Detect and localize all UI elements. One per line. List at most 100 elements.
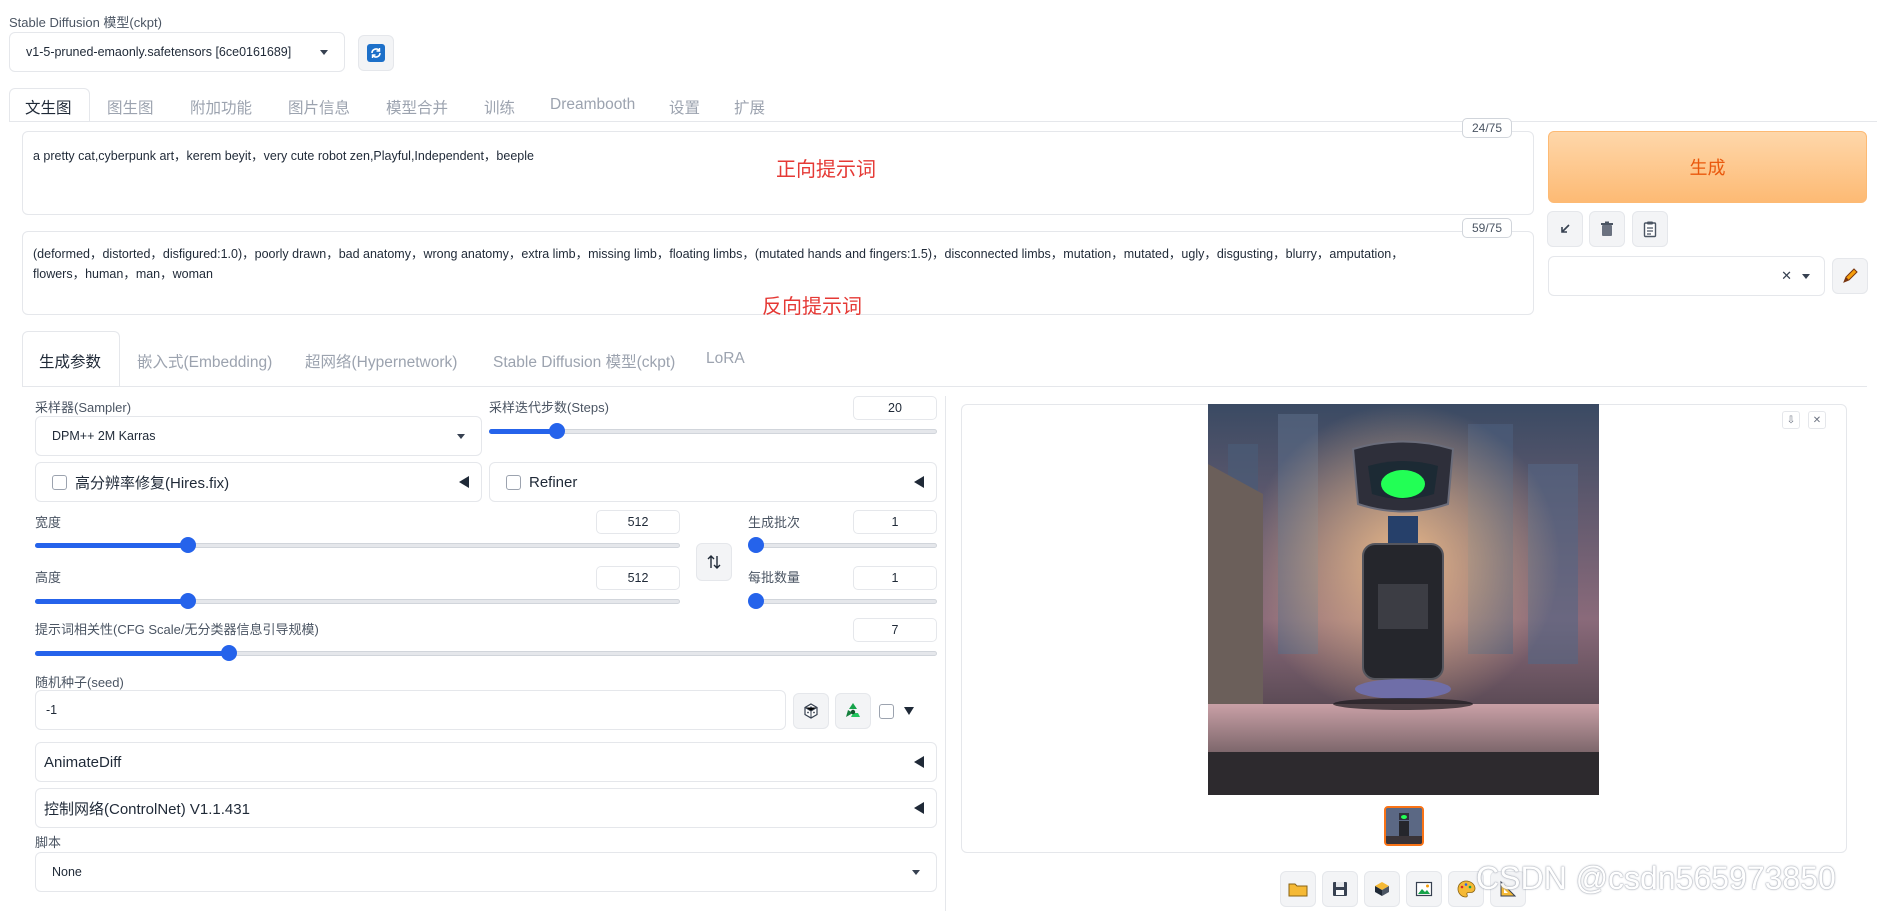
slider-thumb[interactable] <box>748 593 764 609</box>
steps-slider[interactable] <box>489 422 937 440</box>
extra-seed-toggle-icon[interactable] <box>904 707 914 715</box>
edit-styles-button[interactable] <box>1832 258 1868 294</box>
tab-embedding[interactable]: 嵌入式(Embedding) <box>137 350 272 372</box>
sampler-select[interactable]: DPM++ 2M Karras <box>35 416 482 456</box>
tab-train[interactable]: 训练 <box>484 96 515 118</box>
hires-fix-accordion[interactable]: 高分辨率修复(Hires.fix) <box>35 462 482 502</box>
palette-icon <box>1457 880 1476 898</box>
tab-checkpoints[interactable]: Stable Diffusion 模型(ckpt) <box>493 350 675 372</box>
close-icon[interactable]: ✕ <box>1808 411 1826 429</box>
tab-generation-params[interactable]: 生成参数 <box>39 350 101 372</box>
batch-size-slider[interactable] <box>748 592 937 610</box>
sampler-value: DPM++ 2M Karras <box>52 429 156 443</box>
model-select-value: v1-5-pruned-emaonly.safetensors [6ce0161… <box>26 45 292 59</box>
generated-image[interactable] <box>1208 404 1599 795</box>
tabs-divider <box>9 121 1877 122</box>
cfg-slider[interactable] <box>35 644 937 662</box>
clipboard-icon <box>1643 221 1657 238</box>
zip-button[interactable] <box>1364 871 1400 907</box>
tab-txt2img[interactable]: 文生图 <box>25 96 72 118</box>
refresh-model-button[interactable] <box>358 35 394 71</box>
animatediff-label: AnimateDiff <box>44 753 122 771</box>
read-params-button[interactable] <box>1547 211 1583 247</box>
seed-input[interactable]: -1 <box>35 690 786 730</box>
dice-icon <box>804 703 818 719</box>
thumbnail-image <box>1386 808 1422 844</box>
height-input[interactable]: 512 <box>596 566 680 590</box>
collapse-arrow-icon <box>914 756 924 768</box>
arrow-down-left-icon <box>1561 224 1570 233</box>
batch-count-label: 生成批次 <box>748 515 801 530</box>
width-input[interactable]: 512 <box>596 510 680 534</box>
tab-merge[interactable]: 模型合并 <box>386 96 448 118</box>
seed-label: 随机种子(seed) <box>35 675 124 690</box>
refiner-accordion[interactable]: Refiner <box>489 462 937 502</box>
styles-select[interactable]: ✕ <box>1548 256 1825 296</box>
batch-count-input[interactable]: 1 <box>853 510 937 534</box>
folder-icon <box>1288 883 1308 897</box>
model-select[interactable]: v1-5-pruned-emaonly.safetensors [6ce0161… <box>9 32 345 72</box>
refiner-checkbox[interactable] <box>506 474 521 490</box>
slider-thumb[interactable] <box>549 423 566 439</box>
cfg-input[interactable]: 7 <box>853 618 937 642</box>
tab-extensions[interactable]: 扩展 <box>734 96 765 118</box>
trash-icon <box>1601 221 1613 236</box>
controlnet-label: 控制网络(ControlNet) V1.1.431 <box>44 800 250 818</box>
reuse-seed-button[interactable] <box>835 693 871 729</box>
chevron-down-icon <box>1802 273 1810 279</box>
generate-button[interactable]: 生成 <box>1548 131 1867 203</box>
seed-value: -1 <box>46 703 58 717</box>
random-seed-button[interactable] <box>793 693 829 729</box>
slider-fill <box>489 429 552 434</box>
swap-dimensions-button[interactable] <box>696 543 732 581</box>
collapse-arrow-icon <box>914 476 924 488</box>
slider-thumb[interactable] <box>179 537 196 553</box>
slider-fill <box>35 651 225 656</box>
tab-png-info[interactable]: 图片信息 <box>288 96 350 118</box>
slider-thumb[interactable] <box>748 537 764 553</box>
hires-fix-checkbox[interactable] <box>52 474 67 490</box>
width-label: 宽度 <box>35 515 62 530</box>
negative-annotation: 反向提示词 <box>762 296 862 318</box>
slider-track <box>748 599 937 604</box>
tab-hypernetwork[interactable]: 超网络(Hypernetwork) <box>305 350 457 372</box>
tab-dreambooth[interactable]: Dreambooth <box>550 96 635 114</box>
width-slider[interactable] <box>35 536 680 554</box>
negative-token-counter: 59/75 <box>1462 218 1513 238</box>
tab-settings[interactable]: 设置 <box>669 96 700 118</box>
gallery-thumbnail[interactable] <box>1384 806 1424 846</box>
clear-prompt-button[interactable] <box>1589 211 1625 247</box>
tab-img2img[interactable]: 图生图 <box>107 96 154 118</box>
slider-thumb[interactable] <box>221 645 238 661</box>
refresh-icon <box>367 44 385 62</box>
batch-size-label: 每批数量 <box>748 570 801 585</box>
batch-count-slider[interactable] <box>748 536 937 554</box>
slider-fill <box>35 543 184 548</box>
extra-seed-checkbox[interactable] <box>879 704 894 719</box>
chevron-down-icon <box>457 433 465 439</box>
model-label: Stable Diffusion 模型(ckpt) <box>9 15 162 30</box>
image-icon <box>1415 881 1433 897</box>
steps-input[interactable]: 20 <box>853 396 937 420</box>
batch-size-input[interactable]: 1 <box>853 566 937 590</box>
pencil-icon <box>1843 268 1858 283</box>
open-folder-button[interactable] <box>1280 871 1316 907</box>
prompt-token-counter: 24/75 <box>1462 118 1513 138</box>
negative-prompt-text: (deformed，distorted，disfigured:1.0)，poor… <box>33 247 1404 281</box>
styles-apply-button[interactable] <box>1632 211 1668 247</box>
download-icon[interactable]: ⇩ <box>1782 411 1800 429</box>
save-button[interactable] <box>1322 871 1358 907</box>
slider-thumb[interactable] <box>179 593 196 609</box>
hires-fix-label: 高分辨率修复(Hires.fix) <box>75 474 230 492</box>
tab-lora[interactable]: LoRA <box>706 350 745 368</box>
script-label: 脚本 <box>35 835 62 850</box>
animatediff-accordion[interactable]: AnimateDiff <box>35 742 937 782</box>
height-slider[interactable] <box>35 592 680 610</box>
clear-icon[interactable]: ✕ <box>1781 268 1792 284</box>
controlnet-accordion[interactable]: 控制网络(ControlNet) V1.1.431 <box>35 788 937 828</box>
script-select[interactable]: None <box>35 852 937 892</box>
send-to-img2img-button[interactable] <box>1406 871 1442 907</box>
slider-fill <box>35 599 184 604</box>
tab-extras[interactable]: 附加功能 <box>190 96 252 118</box>
prompt-annotation: 正向提示词 <box>776 159 876 181</box>
